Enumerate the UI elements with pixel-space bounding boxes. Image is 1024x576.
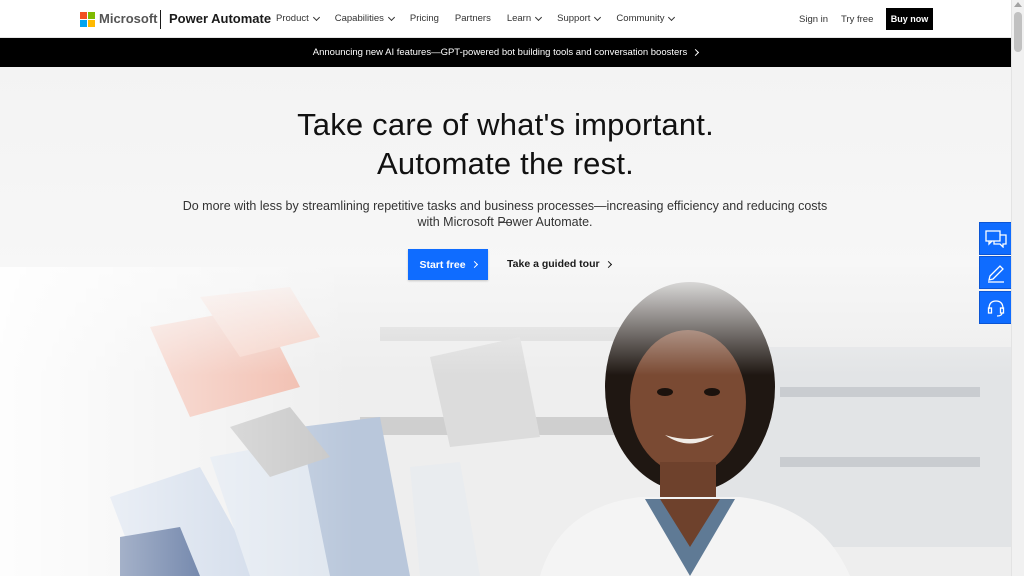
scroll-up-arrow-icon[interactable] bbox=[1014, 2, 1022, 7]
hero-title-line2: Automate the rest. bbox=[377, 146, 634, 181]
chevron-down-icon bbox=[535, 13, 543, 21]
nav-item-pricing[interactable]: Pricing bbox=[410, 13, 439, 24]
headset-icon bbox=[987, 299, 1004, 317]
site-header: Microsoft Power Automate Product Capabil… bbox=[0, 0, 1011, 38]
sign-in-link[interactable]: Sign in bbox=[799, 14, 828, 25]
start-free-button[interactable]: Start free bbox=[408, 249, 488, 280]
chevron-down-icon bbox=[312, 13, 320, 21]
nav-item-community[interactable]: Community bbox=[616, 13, 676, 24]
microsoft-logo-icon[interactable] bbox=[80, 12, 95, 27]
hero-title-line1: Take care of what's important. bbox=[297, 107, 714, 142]
banner-text: Announcing new AI features—GPT-powered b… bbox=[312, 47, 688, 58]
support-button[interactable] bbox=[979, 291, 1012, 324]
start-free-label: Start free bbox=[419, 258, 466, 271]
page-scrollbar[interactable] bbox=[1011, 0, 1024, 576]
guided-tour-label: Take a guided tour bbox=[507, 258, 600, 270]
nav-item-support[interactable]: Support bbox=[557, 13, 602, 24]
chevron-right-icon bbox=[604, 260, 612, 268]
product-name-link[interactable]: Power Automate bbox=[169, 11, 271, 26]
pencil-icon bbox=[987, 264, 1004, 283]
chevron-right-icon bbox=[470, 260, 478, 269]
chevron-down-icon bbox=[668, 13, 676, 21]
chevron-down-icon bbox=[594, 13, 602, 21]
main-nav: Product Capabilities Pricing Partners Le… bbox=[276, 13, 690, 24]
scrollbar-thumb[interactable] bbox=[1014, 12, 1022, 52]
header-divider bbox=[160, 10, 161, 29]
nav-item-partners[interactable]: Partners bbox=[455, 13, 491, 24]
hero-section: Take care of what's important. Automate … bbox=[0, 67, 1011, 576]
nav-item-learn[interactable]: Learn bbox=[507, 13, 543, 24]
feedback-button[interactable] bbox=[979, 256, 1012, 289]
nav-item-capabilities[interactable]: Capabilities bbox=[335, 13, 395, 24]
chat-button[interactable] bbox=[979, 222, 1012, 255]
try-free-link[interactable]: Try free bbox=[841, 14, 873, 25]
microsoft-brand-link[interactable]: Microsoft bbox=[99, 11, 158, 26]
hero-photo-pharmacist bbox=[0, 267, 1011, 576]
chevron-down-icon bbox=[387, 13, 395, 21]
nav-item-product[interactable]: Product bbox=[276, 13, 320, 24]
buy-now-button[interactable]: Buy now bbox=[886, 8, 933, 30]
hero-subtitle-line2: with Microsoft Power Automate. bbox=[417, 215, 593, 229]
announcement-banner[interactable]: Announcing new AI features—GPT-powered b… bbox=[0, 38, 1011, 67]
chevron-right-icon bbox=[692, 48, 700, 57]
guided-tour-link[interactable]: Take a guided tour bbox=[507, 258, 612, 270]
chat-icon bbox=[984, 229, 1007, 248]
